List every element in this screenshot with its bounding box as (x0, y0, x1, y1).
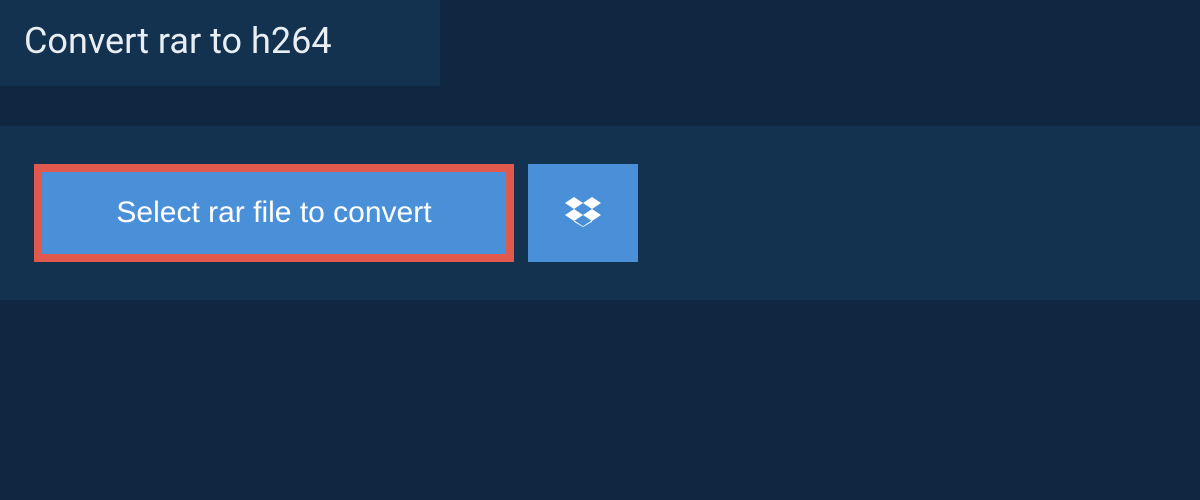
content-panel: Select rar file to convert (0, 126, 1200, 300)
button-row: Select rar file to convert (34, 164, 1166, 262)
select-file-label: Select rar file to convert (116, 196, 431, 230)
dropbox-icon (565, 194, 601, 233)
dropbox-button[interactable] (528, 164, 638, 262)
page-title: Convert rar to h264 (24, 20, 416, 62)
select-file-button[interactable]: Select rar file to convert (34, 164, 514, 262)
header-bar: Convert rar to h264 (0, 0, 440, 86)
